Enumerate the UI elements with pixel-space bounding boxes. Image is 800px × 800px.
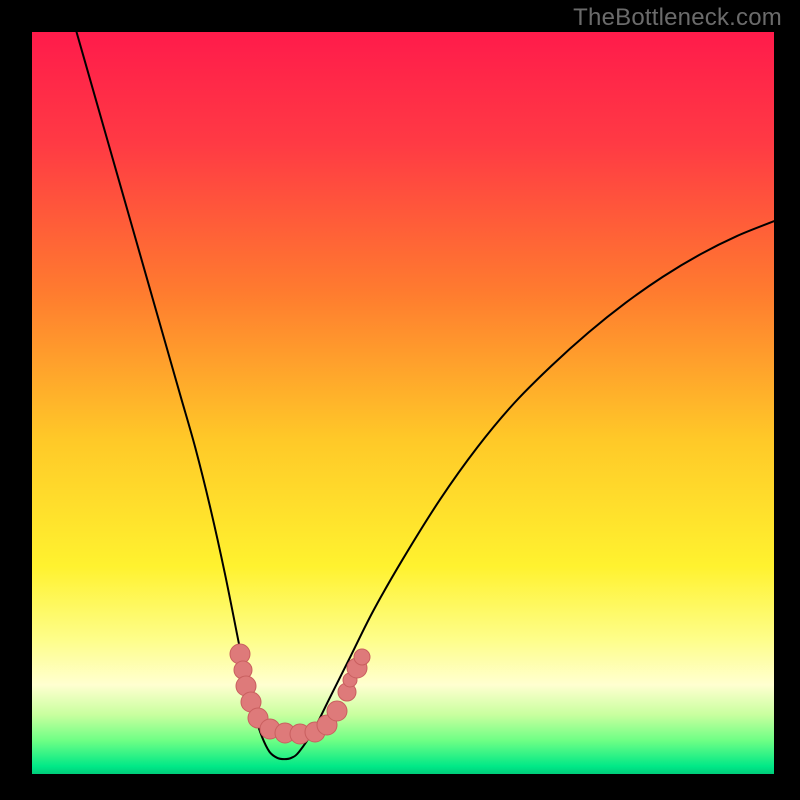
curve-marker	[354, 649, 370, 665]
curve-marker	[327, 701, 347, 721]
plot-background	[32, 32, 774, 774]
bottleneck-chart	[0, 0, 800, 800]
chart-frame: TheBottleneck.com	[0, 0, 800, 800]
